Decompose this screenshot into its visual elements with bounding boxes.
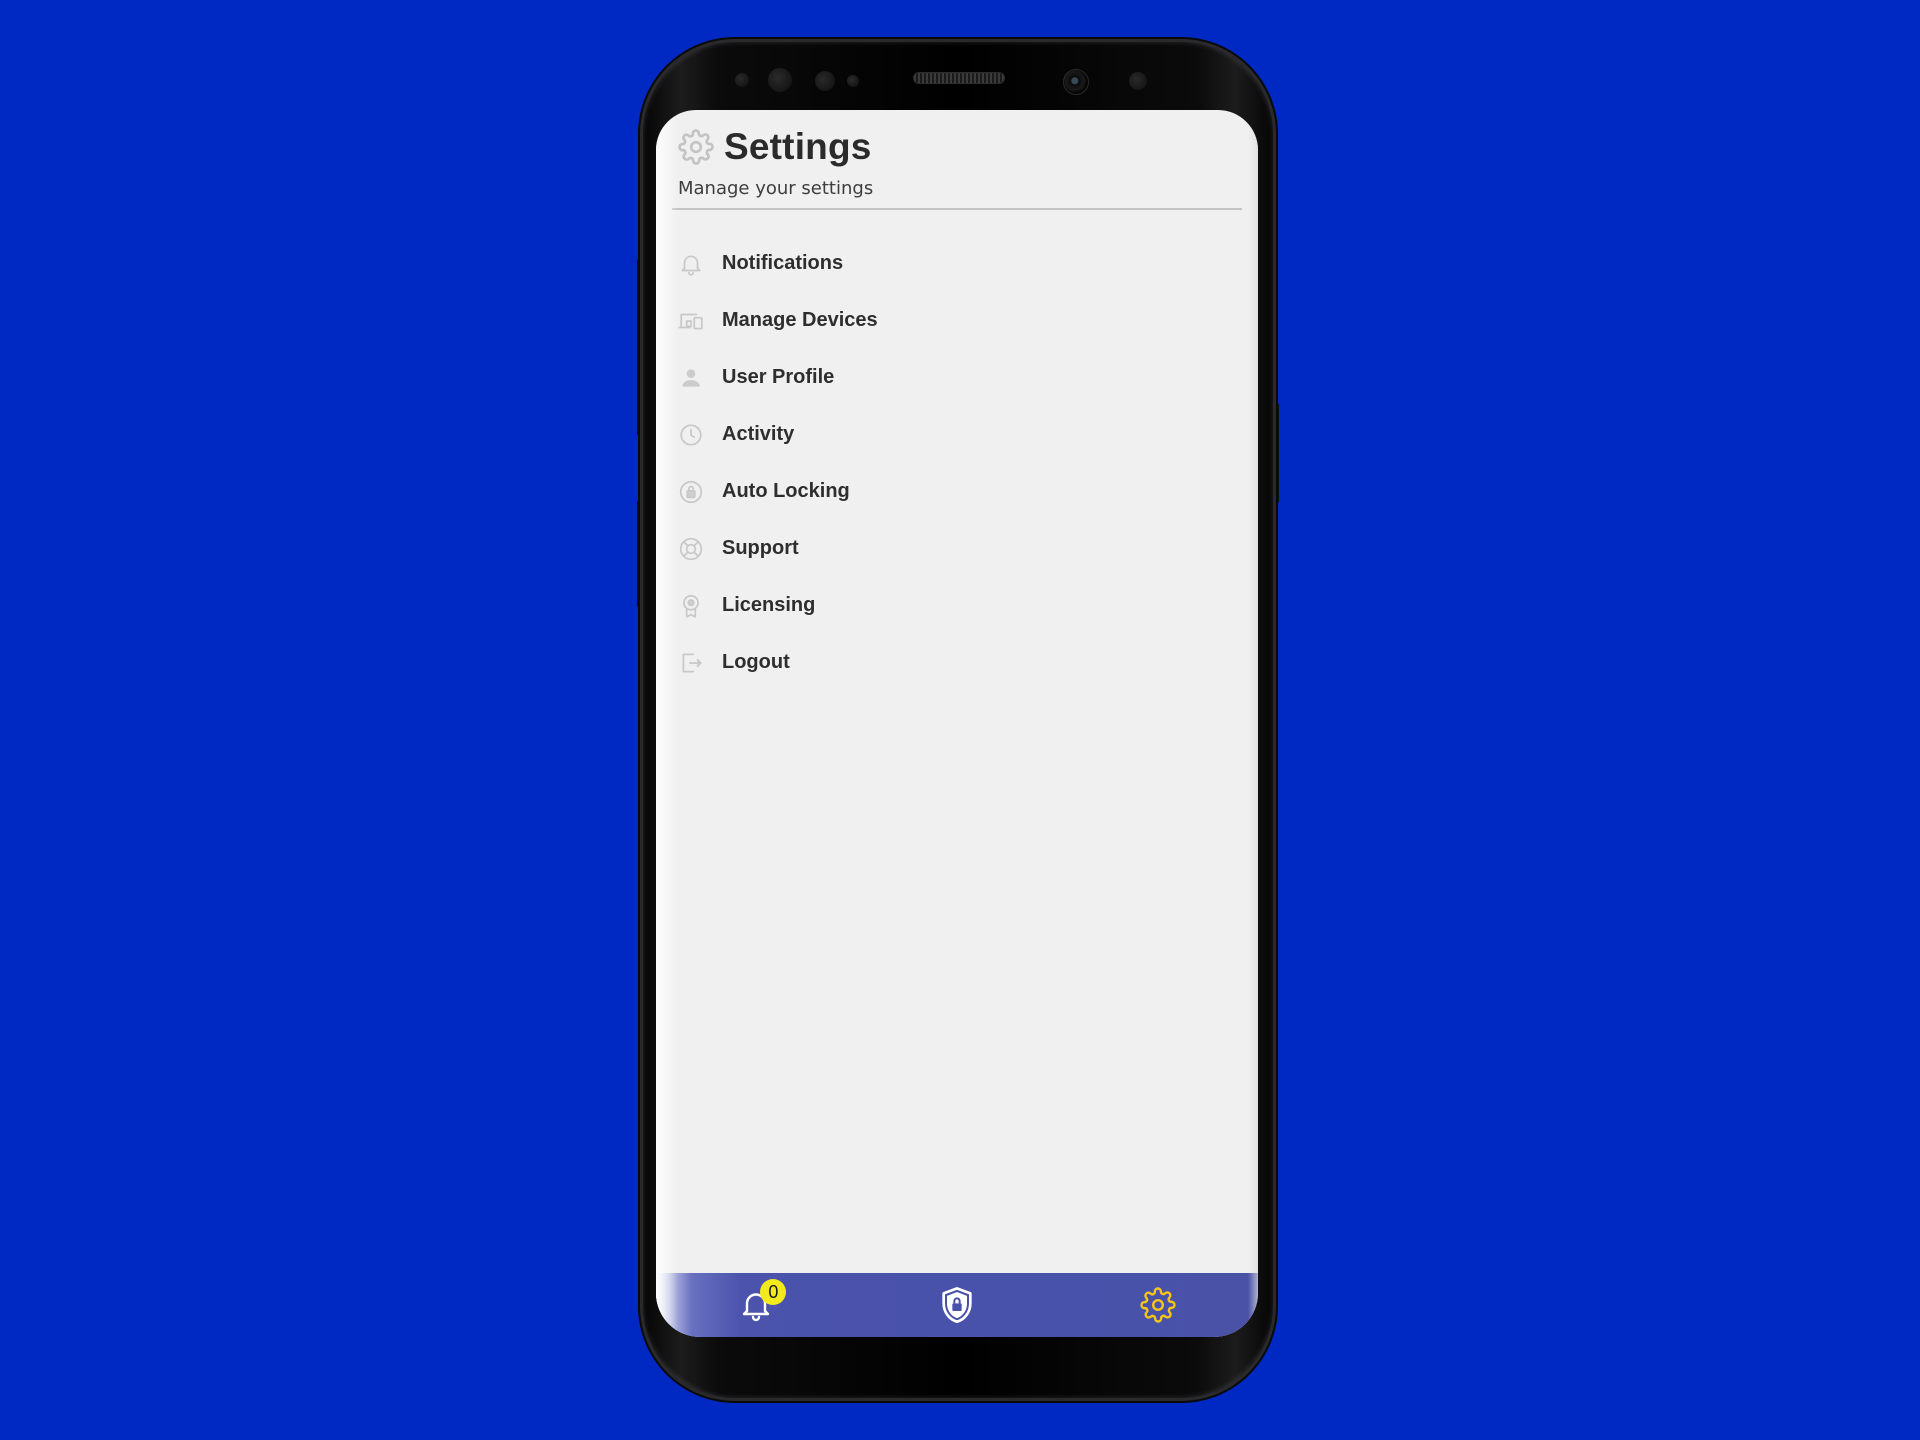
menu-item-user-profile[interactable]: User Profile [678,349,1238,406]
led-sensor [847,75,859,87]
menu-item-notifications[interactable]: Notifications [678,235,1238,292]
screen-edge-shadow [1248,110,1258,1337]
settings-menu: Notifications Manage Devices User Profil… [678,235,1238,691]
menu-item-licensing[interactable]: Licensing [678,577,1238,634]
user-icon [678,365,704,391]
menu-item-label: Auto Locking [722,480,850,502]
shield-lock-icon [942,1287,972,1323]
notification-count-badge: 0 [760,1279,787,1305]
iris-sensor [768,68,792,92]
logout-icon [678,650,704,676]
devices-icon [678,308,704,334]
menu-item-label: User Profile [722,366,835,388]
menu-item-support[interactable]: Support [678,520,1238,577]
lifebuoy-icon [678,536,704,562]
menu-item-label: Activity [722,423,795,445]
proximity-sensor [735,73,749,87]
bell-icon [678,251,704,277]
menu-item-manage-devices[interactable]: Manage Devices [678,292,1238,349]
phone-screen: Settings Manage your settings Notificati… [656,110,1258,1337]
page-header: Settings Manage your settings [678,126,1248,199]
menu-item-label: Logout [722,651,790,673]
page-subtitle: Manage your settings [678,178,874,199]
menu-item-label: Notifications [722,252,844,274]
menu-item-label: Manage Devices [722,309,878,331]
nav-security-button[interactable] [927,1275,987,1335]
nav-settings-button[interactable] [1128,1275,1188,1335]
lock-circle-icon [678,479,704,505]
page-title: Settings [724,126,872,167]
light-sensor [815,71,835,91]
screen-edge-highlight [656,110,678,1337]
header-divider [672,208,1242,210]
camera-sensor [1129,72,1147,90]
menu-item-logout[interactable]: Logout [678,634,1238,691]
power-button [1273,402,1279,504]
stage: Settings Manage your settings Notificati… [0,0,1920,1440]
menu-item-label: Support [722,537,799,559]
menu-item-activity[interactable]: Activity [678,406,1238,463]
nav-notifications-button[interactable]: 0 [726,1275,787,1335]
front-camera [1063,69,1089,95]
earpiece-speaker [913,72,1005,84]
bottom-nav: 0 [656,1273,1258,1337]
gear-icon [678,129,714,165]
menu-item-auto-locking[interactable]: Auto Locking [678,463,1238,520]
gear-icon [1140,1287,1176,1323]
title-row: Settings [678,126,1248,168]
menu-item-label: Licensing [722,594,816,616]
clock-icon [678,422,704,448]
certificate-icon [678,593,704,619]
